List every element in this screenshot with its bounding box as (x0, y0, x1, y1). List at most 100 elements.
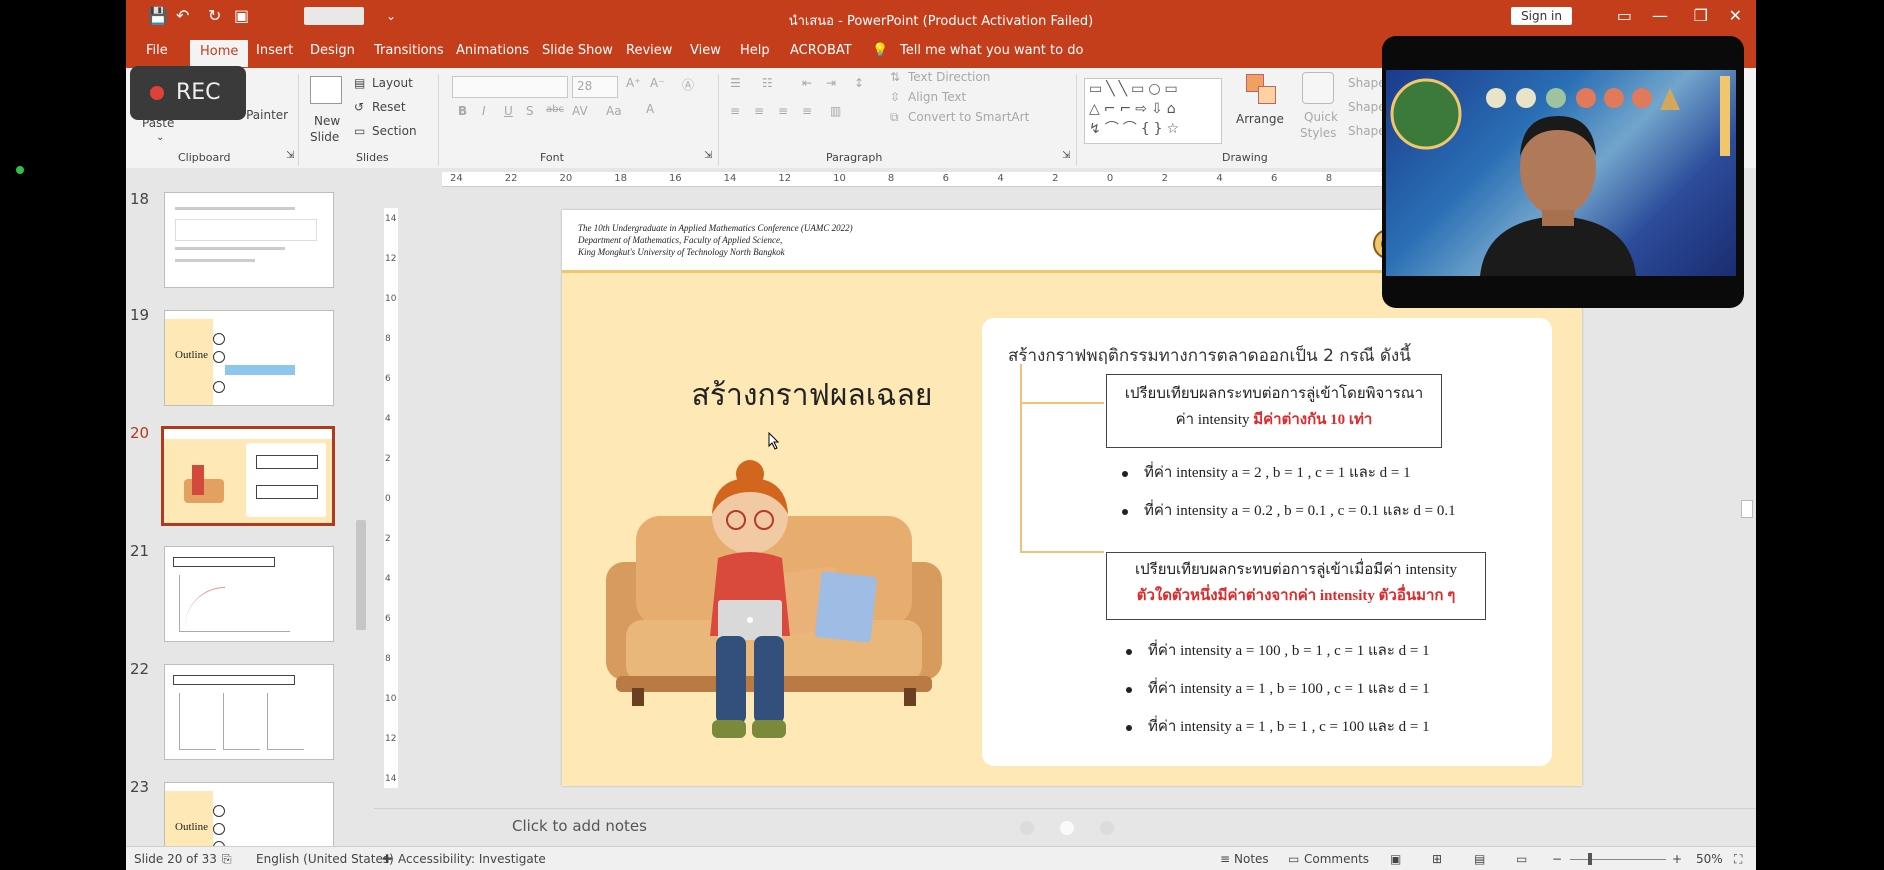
quick-styles-label-1[interactable]: Quick (1304, 110, 1338, 124)
minimize-button[interactable]: — (1652, 6, 1668, 25)
restore-button[interactable]: ❐ (1694, 6, 1708, 25)
case2-box[interactable]: เปรียบเทียบผลกระทบต่อการลู่เข้าเมื่อมีค่… (1106, 552, 1486, 620)
font-color-icon[interactable]: A (646, 102, 654, 116)
bullets-icon[interactable]: ☰ (730, 76, 741, 90)
paste-dropdown-icon[interactable]: ⌄ (156, 132, 164, 143)
decrease-font-icon[interactable]: A⁻ (650, 76, 665, 90)
fit-slide-icon[interactable]: ⛶ (1734, 852, 1742, 867)
paragraph-launcher-icon[interactable]: ⇲ (1062, 150, 1070, 161)
recording-indicator[interactable]: REC (130, 66, 246, 120)
strikethrough-icon[interactable]: abc (546, 104, 564, 115)
increase-font-icon[interactable]: A⁺ (626, 76, 641, 90)
numbering-icon[interactable]: ☷ (762, 76, 773, 90)
editor-scrollbar-thumb[interactable] (1741, 500, 1753, 518)
spelling-icon[interactable]: ⎘ (222, 852, 232, 867)
align-right-icon[interactable]: ≡ (778, 104, 788, 118)
underline-icon[interactable]: U (504, 104, 513, 118)
clipboard-launcher-icon[interactable]: ⇲ (286, 150, 294, 161)
slide-thumbnail-22[interactable] (164, 664, 334, 760)
shape-fill-button[interactable]: Shape (1348, 76, 1386, 90)
shapes-gallery[interactable]: ▭╲╲▭○▭ △⌐⌐⇨⇩⌂ ↯⌒⌒{}☆ (1084, 78, 1222, 144)
notes-pane[interactable]: Click to add notes (374, 808, 1756, 847)
line-spacing-icon[interactable]: ↕ (854, 76, 864, 90)
bold-icon[interactable]: B (458, 104, 467, 118)
section-button[interactable]: Section (372, 124, 417, 138)
tab-design[interactable]: Design (310, 43, 355, 58)
align-text-button[interactable]: Align Text (908, 90, 966, 104)
italic-icon[interactable]: I (482, 104, 486, 118)
zoom-out-icon[interactable]: − (1552, 852, 1562, 866)
notes-button[interactable]: Notes (1234, 852, 1269, 866)
slide-title[interactable]: สร้างกราฟผลเฉลย (652, 372, 972, 419)
card-heading[interactable]: สร้างกราฟพฤติกรรมทางการตลาดออกเป็น 2 กรณ… (1008, 342, 1411, 369)
case1-box[interactable]: เปรียบเทียบผลกระทบต่อการลู่เข้าโดยพิจารณ… (1106, 374, 1442, 448)
slide-thumbnail-23[interactable]: Outline (164, 782, 334, 852)
clear-format-icon[interactable]: Ⓐ (682, 76, 694, 93)
tab-file[interactable]: File (146, 43, 168, 58)
ruler-tick-label: 4 (385, 414, 391, 424)
case1-bullet-2[interactable]: ที่ค่า intensity a = 0.2 , b = 0.1 , c =… (1122, 498, 1456, 522)
tell-me-search[interactable]: Tell me what you want to do (900, 43, 1083, 58)
reading-view-icon[interactable]: ▤ (1474, 852, 1485, 866)
slide-thumbnail-18[interactable] (164, 192, 334, 288)
columns-icon[interactable]: ▥ (830, 104, 841, 118)
text-direction-button[interactable]: Text Direction (908, 70, 990, 84)
tab-slide-show[interactable]: Slide Show (542, 43, 613, 58)
thumbnail-scrollbar[interactable] (354, 170, 368, 850)
tab-insert[interactable]: Insert (256, 43, 293, 58)
justify-icon[interactable]: ≡ (802, 104, 812, 118)
quick-styles-label-2[interactable]: Styles (1300, 126, 1336, 140)
notes-placeholder[interactable]: Click to add notes (512, 817, 647, 835)
spacing-icon[interactable]: AV (572, 104, 588, 118)
increase-indent-icon[interactable]: ⇥ (826, 76, 836, 90)
slideshow-view-icon[interactable]: ▭ (1516, 852, 1527, 866)
decrease-indent-icon[interactable]: ⇤ (802, 76, 812, 90)
new-slide-label-2[interactable]: Slide (310, 130, 339, 144)
tab-help[interactable]: Help (740, 43, 770, 58)
case1-bullet-1[interactable]: ที่ค่า intensity a = 2 , b = 1 , c = 1 แ… (1122, 460, 1411, 484)
layout-button[interactable]: Layout (372, 76, 413, 90)
zoom-slider-thumb[interactable] (1588, 853, 1592, 865)
normal-view-icon[interactable]: ▣ (1390, 852, 1401, 866)
tab-home[interactable]: Home (190, 40, 249, 67)
align-center-icon[interactable]: ≡ (754, 104, 764, 118)
tab-acrobat[interactable]: ACROBAT (790, 43, 852, 58)
case-icon[interactable]: Aa (606, 104, 622, 118)
new-slide-label-1[interactable]: New (314, 114, 340, 128)
case2-bullet-2[interactable]: ที่ค่า intensity a = 1 , b = 100 , c = 1… (1126, 676, 1430, 700)
arrange-button[interactable]: Arrange (1236, 112, 1284, 126)
tab-transitions[interactable]: Transitions (374, 43, 444, 58)
slide-thumbnail-20[interactable] (161, 426, 335, 526)
new-slide-icon[interactable] (310, 76, 342, 104)
tab-view[interactable]: View (690, 43, 721, 58)
comments-button[interactable]: Comments (1304, 852, 1369, 866)
shape-outline-button[interactable]: Shape (1348, 100, 1386, 114)
slide-thumbnail-19[interactable]: Outline (164, 310, 334, 406)
ribbon-display-icon[interactable]: ▭ (1617, 6, 1632, 25)
shape-effects-button[interactable]: Shape (1348, 124, 1386, 138)
font-name-box[interactable] (452, 76, 568, 98)
tab-review[interactable]: Review (626, 43, 672, 58)
zoom-slider[interactable] (1570, 859, 1666, 860)
zoom-in-icon[interactable]: + (1672, 852, 1682, 866)
tab-animations[interactable]: Animations (456, 43, 529, 58)
case2-bullet-3[interactable]: ที่ค่า intensity a = 1 , b = 1 , c = 100… (1126, 714, 1430, 738)
close-button[interactable]: ✕ (1729, 6, 1742, 25)
language-indicator[interactable]: English (United States) (256, 852, 394, 866)
slide-thumbnail-21[interactable] (164, 546, 334, 642)
smartart-icon: ⧉ (890, 110, 899, 124)
reset-button[interactable]: Reset (372, 100, 406, 114)
sorter-view-icon[interactable]: ⊞ (1432, 852, 1442, 866)
smartart-button[interactable]: Convert to SmartArt (908, 110, 1029, 124)
case2-bullet-1[interactable]: ที่ค่า intensity a = 100 , b = 1 , c = 1… (1126, 638, 1430, 662)
shadow-icon[interactable]: S (526, 104, 534, 118)
accessibility-status[interactable]: Accessibility: Investigate (398, 852, 546, 866)
arrange-icon[interactable] (1244, 72, 1278, 106)
align-left-icon[interactable]: ≡ (730, 104, 740, 118)
font-size-box[interactable]: 28 (572, 76, 618, 98)
quick-styles-icon[interactable] (1302, 72, 1334, 104)
zoom-level[interactable]: 50% (1696, 852, 1723, 866)
sign-in-button[interactable]: Sign in (1511, 7, 1572, 25)
font-launcher-icon[interactable]: ⇲ (704, 150, 712, 161)
scrollbar-thumb[interactable] (356, 520, 366, 630)
